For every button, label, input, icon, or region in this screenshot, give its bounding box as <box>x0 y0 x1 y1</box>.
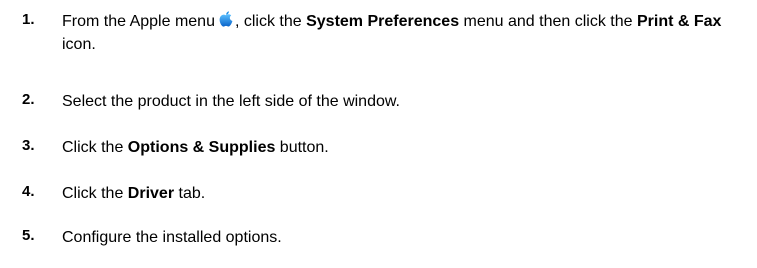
system-preferences-label: System Preferences <box>306 13 460 30</box>
step-text-part: button. <box>275 139 329 156</box>
step-text-part: menu and then click the <box>459 13 637 30</box>
options-supplies-label: Options & Supplies <box>127 139 276 156</box>
step-text-part: Click the <box>62 139 128 156</box>
instruction-list: 1. From the Apple menu , click the System… <box>0 0 757 268</box>
step-text: From the Apple menu , click the System Pr… <box>62 10 752 56</box>
print-fax-label: Print & Fax <box>636 13 722 30</box>
step-number: 3. <box>22 137 35 154</box>
step-number: 5. <box>22 227 35 244</box>
step-text: Select the product in the left side of t… <box>62 93 400 110</box>
driver-label: Driver <box>127 185 175 202</box>
apple-icon <box>217 10 235 29</box>
step-text: Click the Driver tab. <box>62 182 752 205</box>
step-text-part: icon. <box>62 36 96 53</box>
step-text-part: Click the <box>62 185 128 202</box>
step-number: 2. <box>22 91 35 108</box>
step-text: Configure the installed options. <box>62 229 282 246</box>
step-text: Click the Options & Supplies button. <box>62 136 752 159</box>
step-number: 1. <box>22 11 35 28</box>
step-text-part: , click the <box>234 13 307 30</box>
step-number: 4. <box>22 183 35 200</box>
step-text-part: From the Apple menu <box>62 13 215 30</box>
step-text-part: tab. <box>174 185 206 202</box>
